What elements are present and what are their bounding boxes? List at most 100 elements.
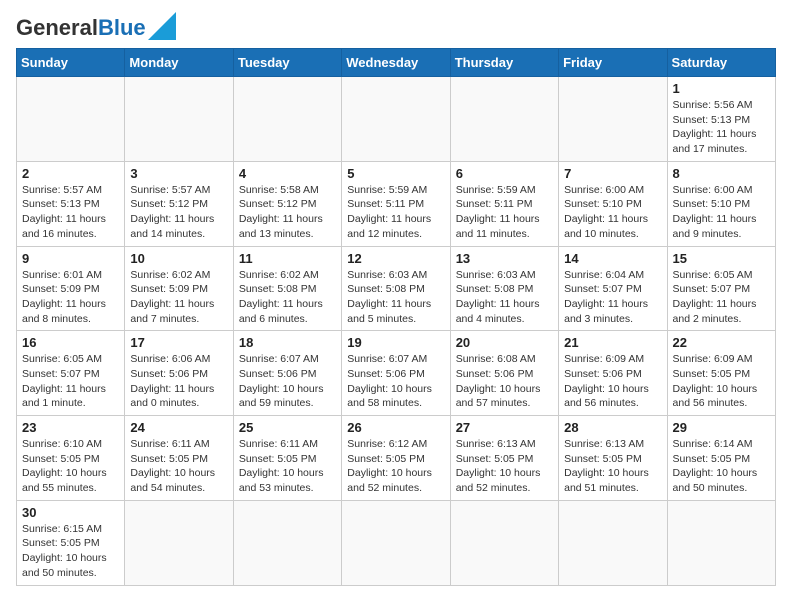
day-info: Sunrise: 6:07 AM Sunset: 5:06 PM Dayligh… [239,352,336,411]
calendar-cell [559,77,667,162]
calendar-cell: 22Sunrise: 6:09 AM Sunset: 5:05 PM Dayli… [667,331,775,416]
day-info: Sunrise: 6:11 AM Sunset: 5:05 PM Dayligh… [130,437,227,496]
day-number: 7 [564,166,661,181]
calendar-cell: 5 Sunrise: 5:59 AM Sunset: 5:11 PM Daylig… [342,161,450,246]
day-number: 24 [130,420,227,435]
calendar-cell [450,500,558,585]
day-number: 12 [347,251,444,266]
logo-general: General [16,15,98,40]
day-number: 19 [347,335,444,350]
day-number: 30 [22,505,119,520]
calendar-cell: 17Sunrise: 6:06 AM Sunset: 5:06 PM Dayli… [125,331,233,416]
calendar-cell [125,500,233,585]
day-number: 21 [564,335,661,350]
day-info: Sunrise: 6:15 AM Sunset: 5:05 PM Dayligh… [22,522,119,581]
day-info: Sunrise: 5:56 AM Sunset: 5:13 PM Dayligh… [673,98,770,157]
calendar-cell [233,500,341,585]
calendar-cell: 19 Sunrise: 6:07 AM Sunset: 5:06 PM Dayli… [342,331,450,416]
weekday-header-saturday: Saturday [667,49,775,77]
day-info: Sunrise: 6:01 AM Sunset: 5:09 PM Dayligh… [22,268,119,327]
calendar-cell [17,77,125,162]
calendar-cell: 3 Sunrise: 5:57 AM Sunset: 5:12 PM Daylig… [125,161,233,246]
calendar-table: SundayMondayTuesdayWednesdayThursdayFrid… [16,48,776,586]
day-info: Sunrise: 6:10 AM Sunset: 5:05 PM Dayligh… [22,437,119,496]
calendar-cell: 13Sunrise: 6:03 AM Sunset: 5:08 PM Dayli… [450,246,558,331]
calendar-cell [450,77,558,162]
day-info: Sunrise: 5:57 AM Sunset: 5:13 PM Dayligh… [22,183,119,242]
weekday-header-sunday: Sunday [17,49,125,77]
day-info: Sunrise: 5:59 AM Sunset: 5:11 PM Dayligh… [347,183,444,242]
calendar-cell: 28Sunrise: 6:13 AM Sunset: 5:05 PM Dayli… [559,416,667,501]
day-number: 23 [22,420,119,435]
day-number: 6 [456,166,553,181]
day-info: Sunrise: 6:00 AM Sunset: 5:10 PM Dayligh… [564,183,661,242]
calendar-cell [342,77,450,162]
calendar-cell: 21 Sunrise: 6:09 AM Sunset: 5:06 PM Dayli… [559,331,667,416]
calendar-cell [342,500,450,585]
day-info: Sunrise: 6:09 AM Sunset: 5:06 PM Dayligh… [564,352,661,411]
day-number: 26 [347,420,444,435]
logo-text: GeneralBlue [16,17,146,39]
day-info: Sunrise: 6:14 AM Sunset: 5:05 PM Dayligh… [673,437,770,496]
header: GeneralBlue [16,16,776,40]
calendar-cell: 8 Sunrise: 6:00 AM Sunset: 5:10 PM Daylig… [667,161,775,246]
calendar-cell: 1Sunrise: 5:56 AM Sunset: 5:13 PM Daylig… [667,77,775,162]
weekday-header-monday: Monday [125,49,233,77]
day-number: 4 [239,166,336,181]
calendar-week-row: 23 Sunrise: 6:10 AM Sunset: 5:05 PM Dayli… [17,416,776,501]
calendar-week-row: 9Sunrise: 6:01 AM Sunset: 5:09 PM Daylig… [17,246,776,331]
weekday-header-thursday: Thursday [450,49,558,77]
calendar-cell: 9Sunrise: 6:01 AM Sunset: 5:09 PM Daylig… [17,246,125,331]
calendar-cell: 2 Sunrise: 5:57 AM Sunset: 5:13 PM Daylig… [17,161,125,246]
calendar-cell [559,500,667,585]
day-number: 29 [673,420,770,435]
day-info: Sunrise: 6:05 AM Sunset: 5:07 PM Dayligh… [673,268,770,327]
day-info: Sunrise: 6:03 AM Sunset: 5:08 PM Dayligh… [347,268,444,327]
day-info: Sunrise: 6:11 AM Sunset: 5:05 PM Dayligh… [239,437,336,496]
day-info: Sunrise: 6:04 AM Sunset: 5:07 PM Dayligh… [564,268,661,327]
calendar-cell: 6Sunrise: 5:59 AM Sunset: 5:11 PM Daylig… [450,161,558,246]
calendar-week-row: 1Sunrise: 5:56 AM Sunset: 5:13 PM Daylig… [17,77,776,162]
calendar-cell [233,77,341,162]
day-number: 18 [239,335,336,350]
weekday-header-row: SundayMondayTuesdayWednesdayThursdayFrid… [17,49,776,77]
day-number: 11 [239,251,336,266]
day-number: 5 [347,166,444,181]
day-info: Sunrise: 6:08 AM Sunset: 5:06 PM Dayligh… [456,352,553,411]
calendar-cell: 15Sunrise: 6:05 AM Sunset: 5:07 PM Dayli… [667,246,775,331]
calendar-cell: 12 Sunrise: 6:03 AM Sunset: 5:08 PM Dayli… [342,246,450,331]
calendar-cell: 14 Sunrise: 6:04 AM Sunset: 5:07 PM Dayli… [559,246,667,331]
day-info: Sunrise: 6:13 AM Sunset: 5:05 PM Dayligh… [564,437,661,496]
calendar-cell: 26 Sunrise: 6:12 AM Sunset: 5:05 PM Dayli… [342,416,450,501]
logo-blue: Blue [98,15,146,40]
calendar-week-row: 30 Sunrise: 6:15 AM Sunset: 5:05 PM Dayli… [17,500,776,585]
calendar-week-row: 16Sunrise: 6:05 AM Sunset: 5:07 PM Dayli… [17,331,776,416]
calendar-cell: 18 Sunrise: 6:07 AM Sunset: 5:06 PM Dayli… [233,331,341,416]
day-number: 17 [130,335,227,350]
calendar-cell: 16Sunrise: 6:05 AM Sunset: 5:07 PM Dayli… [17,331,125,416]
day-info: Sunrise: 6:00 AM Sunset: 5:10 PM Dayligh… [673,183,770,242]
day-number: 2 [22,166,119,181]
weekday-header-friday: Friday [559,49,667,77]
day-number: 8 [673,166,770,181]
day-number: 20 [456,335,553,350]
calendar-week-row: 2 Sunrise: 5:57 AM Sunset: 5:13 PM Daylig… [17,161,776,246]
calendar-cell: 7 Sunrise: 6:00 AM Sunset: 5:10 PM Daylig… [559,161,667,246]
calendar-cell: 24 Sunrise: 6:11 AM Sunset: 5:05 PM Dayli… [125,416,233,501]
day-info: Sunrise: 6:02 AM Sunset: 5:08 PM Dayligh… [239,268,336,327]
calendar-cell: 20 Sunrise: 6:08 AM Sunset: 5:06 PM Dayli… [450,331,558,416]
day-number: 14 [564,251,661,266]
weekday-header-tuesday: Tuesday [233,49,341,77]
day-number: 22 [673,335,770,350]
day-info: Sunrise: 6:13 AM Sunset: 5:05 PM Dayligh… [456,437,553,496]
day-info: Sunrise: 6:12 AM Sunset: 5:05 PM Dayligh… [347,437,444,496]
day-info: Sunrise: 6:07 AM Sunset: 5:06 PM Dayligh… [347,352,444,411]
calendar-cell: 4Sunrise: 5:58 AM Sunset: 5:12 PM Daylig… [233,161,341,246]
calendar-cell: 29 Sunrise: 6:14 AM Sunset: 5:05 PM Dayli… [667,416,775,501]
day-number: 3 [130,166,227,181]
weekday-header-wednesday: Wednesday [342,49,450,77]
day-info: Sunrise: 6:03 AM Sunset: 5:08 PM Dayligh… [456,268,553,327]
day-number: 10 [130,251,227,266]
day-info: Sunrise: 5:57 AM Sunset: 5:12 PM Dayligh… [130,183,227,242]
day-number: 27 [456,420,553,435]
